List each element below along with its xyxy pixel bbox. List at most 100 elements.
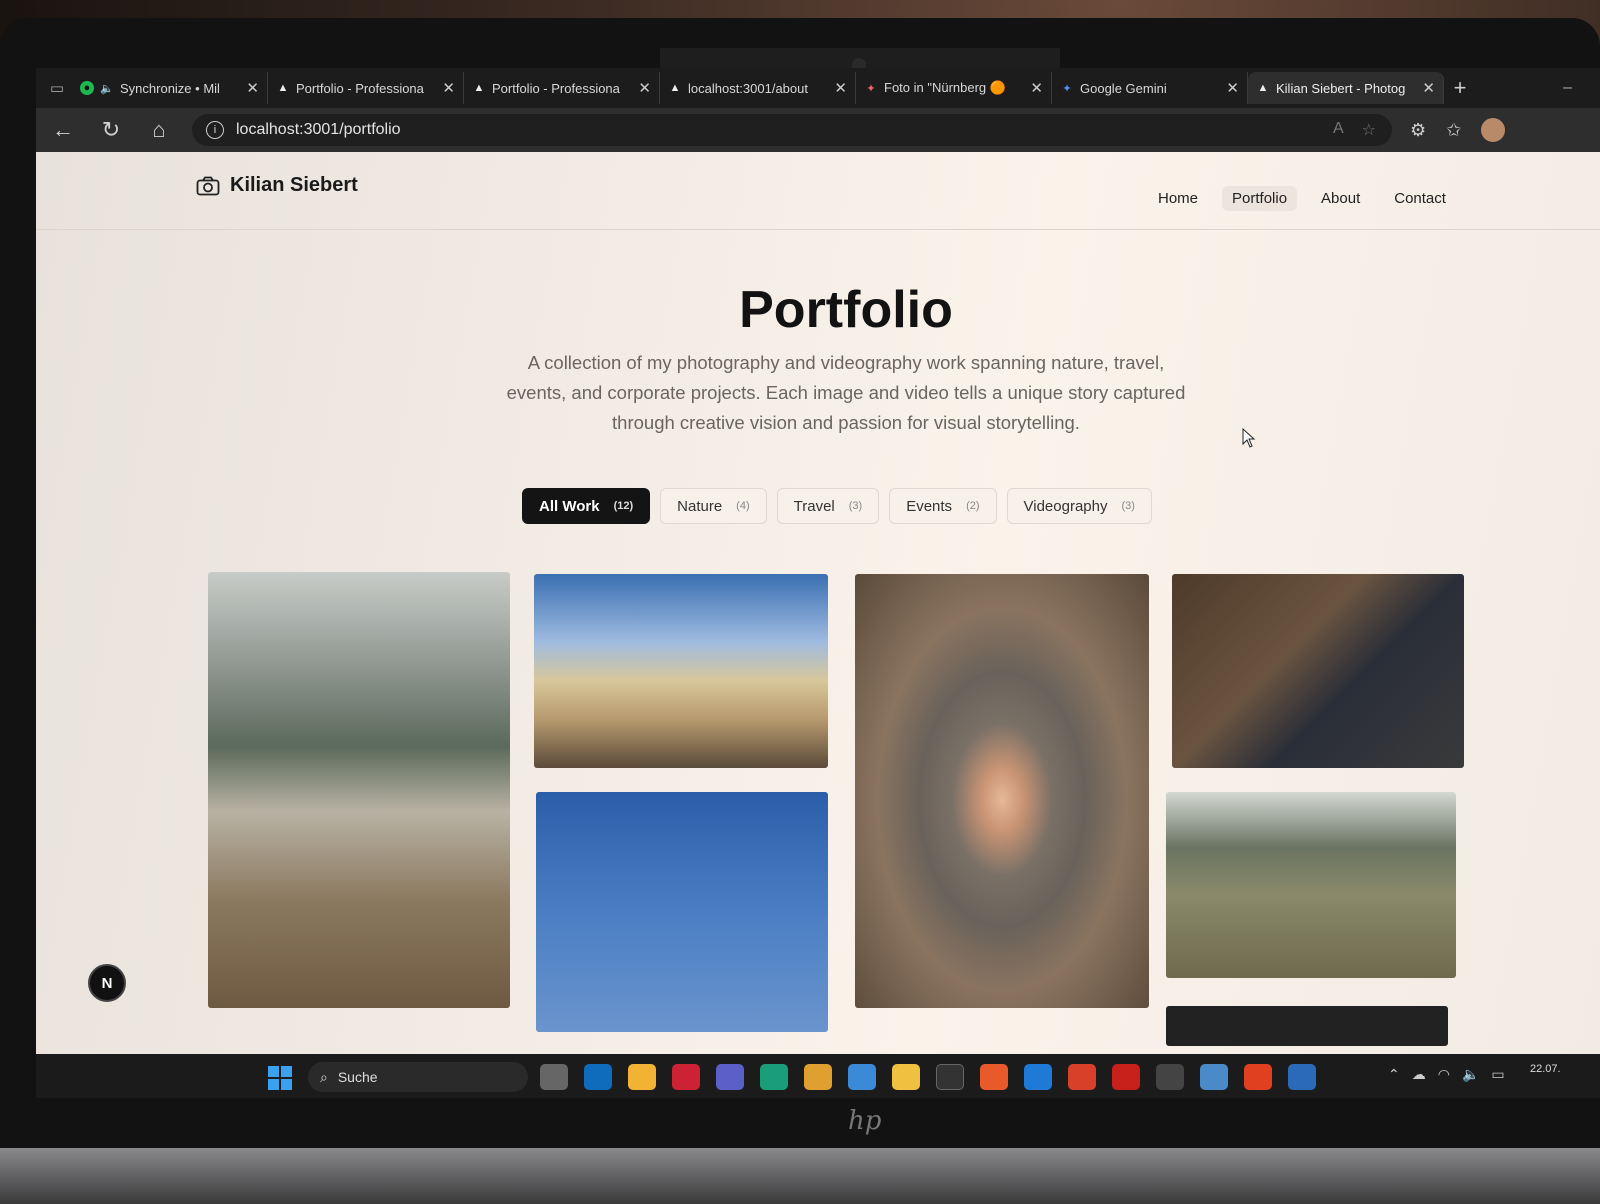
tab-title: Kilian Siebert - Photog xyxy=(1276,80,1406,96)
url-text: localhost:3001/portfolio xyxy=(236,121,401,138)
portfolio-photo[interactable] xyxy=(536,792,828,1032)
tab[interactable]: ▲ Portfolio - Professiona ✕ xyxy=(464,72,660,104)
home-icon[interactable]: ⌂ xyxy=(144,117,174,143)
main-nav: Home Portfolio About Contact xyxy=(1148,186,1456,211)
favorite-star-icon[interactable]: ☆ xyxy=(1362,120,1376,140)
browser-toolbar: ← ↻ ⌂ i localhost:3001/portfolio A ☆ ⚙ ✩ xyxy=(36,108,1600,152)
minimize-icon[interactable]: – xyxy=(1563,79,1572,97)
filter-label: All Work xyxy=(539,497,600,515)
triangle-icon: ▲ xyxy=(277,82,289,94)
nav-portfolio[interactable]: Portfolio xyxy=(1222,186,1298,211)
taskbar-apps xyxy=(540,1064,1316,1090)
app-icon[interactable] xyxy=(1288,1064,1316,1090)
tab[interactable]: ▲ localhost:3001/about ✕ xyxy=(660,72,856,104)
triangle-icon: ▲ xyxy=(473,82,485,94)
portfolio-photo[interactable] xyxy=(1166,1006,1448,1046)
nav-home[interactable]: Home xyxy=(1148,186,1208,211)
portfolio-photo[interactable] xyxy=(855,574,1149,1008)
outlook-icon[interactable] xyxy=(584,1064,612,1090)
tab-title: Foto in "Nürnberg 🟠 xyxy=(884,80,1006,95)
close-icon[interactable]: ✕ xyxy=(1030,79,1043,97)
app-icon[interactable] xyxy=(1156,1064,1184,1090)
tab-actions-icon[interactable]: ▭ xyxy=(42,73,72,103)
battery-icon[interactable]: ▭ xyxy=(1491,1066,1504,1083)
nav-contact[interactable]: Contact xyxy=(1384,186,1456,211)
filter-nature[interactable]: Nature (4) xyxy=(660,488,767,524)
search-placeholder: Suche xyxy=(337,1069,378,1085)
portfolio-photo[interactable] xyxy=(1172,574,1464,768)
info-icon[interactable]: i xyxy=(206,121,224,139)
chevron-up-icon[interactable]: ⌃ xyxy=(1388,1066,1400,1083)
favorites-icon[interactable]: ✩ xyxy=(1446,120,1461,141)
spotify-icon: ● xyxy=(80,81,94,95)
edge-icon[interactable] xyxy=(760,1064,788,1090)
taskbar: ⌕ Suche ⌃ ☁ ◠ 🔈 ▭ 22.07. xyxy=(36,1054,1600,1098)
teams-icon[interactable] xyxy=(716,1064,744,1090)
page-viewport: Kilian Siebert Home Portfolio About Cont… xyxy=(36,152,1600,1054)
new-tab-icon[interactable]: + xyxy=(1444,75,1476,101)
filter-videography[interactable]: Videography (3) xyxy=(1006,488,1152,524)
back-icon[interactable]: ← xyxy=(48,117,78,143)
app-icon[interactable] xyxy=(848,1064,876,1090)
close-icon[interactable]: ✕ xyxy=(1226,79,1239,97)
vscode-icon[interactable] xyxy=(1024,1064,1052,1090)
close-icon[interactable]: ✕ xyxy=(246,79,259,97)
laptop-base xyxy=(0,1148,1600,1204)
extensions-icon[interactable]: ⚙ xyxy=(1410,120,1426,141)
search-icon: ⌕ xyxy=(320,1068,328,1085)
reload-icon[interactable]: ↻ xyxy=(96,117,126,143)
nav-about[interactable]: About xyxy=(1311,186,1370,211)
photos-icon: ✦ xyxy=(866,82,876,95)
tab[interactable]: ✦ Google Gemini ✕ xyxy=(1052,72,1248,104)
tab[interactable]: ✦ Foto in "Nürnberg 🟠 ✕ xyxy=(856,72,1052,104)
camera-icon xyxy=(196,176,220,195)
site-header: Kilian Siebert Home Portfolio About Cont… xyxy=(36,152,1600,230)
close-icon[interactable]: ✕ xyxy=(834,79,847,97)
app-icon[interactable] xyxy=(1244,1064,1272,1090)
taskbar-clock[interactable]: 22.07. xyxy=(1530,1062,1561,1076)
filter-travel[interactable]: Travel (3) xyxy=(776,488,880,524)
folder-icon[interactable] xyxy=(892,1064,920,1090)
volume-icon[interactable]: 🔈 xyxy=(1462,1066,1479,1083)
clock-date: 22.07. xyxy=(1530,1063,1561,1075)
tab[interactable]: ▲ Portfolio - Professiona ✕ xyxy=(268,72,464,104)
portfolio-photo[interactable] xyxy=(1166,792,1456,978)
app-icon[interactable] xyxy=(1200,1064,1228,1090)
task-view-icon[interactable] xyxy=(540,1064,568,1090)
read-aloud-icon[interactable]: A xyxy=(1333,120,1344,140)
category-filters: All Work (12) Nature (4) Travel (3) Even… xyxy=(522,488,1152,524)
onedrive-icon[interactable]: ☁ xyxy=(1412,1066,1426,1083)
windows-start-icon[interactable] xyxy=(268,1066,292,1090)
address-bar[interactable]: i localhost:3001/portfolio A ☆ xyxy=(192,114,1392,146)
speaker-icon[interactable]: 🔈 xyxy=(100,81,114,95)
filter-label: Videography xyxy=(1023,497,1108,515)
file-explorer-icon[interactable] xyxy=(628,1064,656,1090)
filter-label: Nature xyxy=(677,497,723,515)
tab[interactable]: ● 🔈 Synchronize • Mil ✕ xyxy=(72,72,268,104)
chrome-icon[interactable] xyxy=(1068,1064,1096,1090)
gemini-icon: ✦ xyxy=(1062,82,1072,95)
brand[interactable]: Kilian Siebert xyxy=(196,174,358,197)
acrobat-icon[interactable] xyxy=(1112,1064,1140,1090)
close-icon[interactable]: ✕ xyxy=(1422,79,1435,97)
profile-avatar[interactable] xyxy=(1481,118,1506,142)
tab-title: Synchronize • Mil xyxy=(120,80,220,96)
close-icon[interactable]: ✕ xyxy=(638,79,651,97)
system-tray: ⌃ ☁ ◠ 🔈 ▭ xyxy=(1388,1066,1505,1083)
portfolio-photo[interactable] xyxy=(534,574,828,768)
terminal-icon[interactable] xyxy=(936,1064,964,1090)
triangle-icon: ▲ xyxy=(1257,82,1269,94)
filter-all-work[interactable]: All Work (12) xyxy=(522,488,651,524)
taskbar-search[interactable]: ⌕ Suche xyxy=(308,1062,528,1092)
tab-active[interactable]: ▲ Kilian Siebert - Photog ✕ xyxy=(1248,72,1444,104)
close-icon[interactable]: ✕ xyxy=(442,79,455,97)
tab-title: Portfolio - Professiona xyxy=(492,80,620,96)
portfolio-photo[interactable] xyxy=(208,572,510,1008)
app-icon[interactable] xyxy=(804,1064,832,1090)
app-icon[interactable] xyxy=(980,1064,1008,1090)
wifi-icon[interactable]: ◠ xyxy=(1438,1066,1450,1083)
dev-tools-badge[interactable]: N xyxy=(88,964,126,1002)
app-icon[interactable] xyxy=(672,1064,700,1090)
filter-count: (12) xyxy=(613,500,634,512)
filter-events[interactable]: Events (2) xyxy=(889,488,997,524)
